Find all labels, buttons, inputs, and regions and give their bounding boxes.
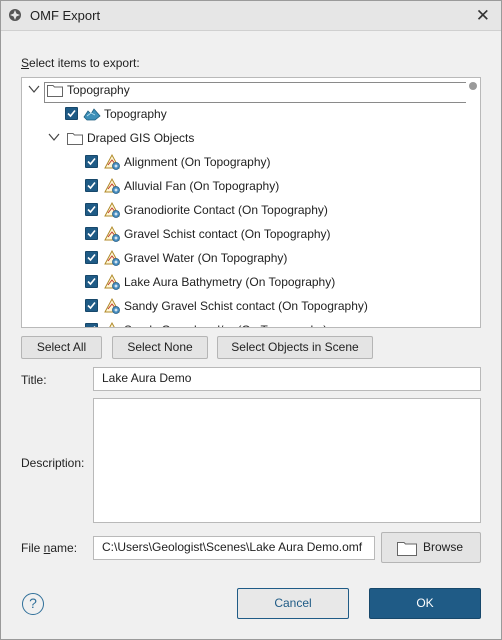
file-name-label: File name:	[21, 541, 78, 555]
checkbox-icon[interactable]	[85, 251, 98, 264]
select-items-label: Select items to export:	[21, 56, 140, 70]
gis-object-icon	[104, 177, 120, 194]
tree-item-gis-object[interactable]: Sandy Gravel Schist contact (On Topograp…	[22, 294, 467, 318]
cancel-button[interactable]: Cancel	[237, 588, 349, 619]
checkbox-icon[interactable]	[85, 179, 98, 192]
tree-item-label: Granodiorite Contact (On Topography)	[124, 203, 328, 217]
title-bar: OMF Export ✕	[0, 0, 502, 31]
tree-item-gis-object[interactable]: Alignment (On Topography)	[22, 150, 467, 174]
tree-item-gis-object[interactable]: Gravel Water (On Topography)	[22, 246, 467, 270]
title-label: Title:	[21, 373, 47, 387]
checkbox-icon[interactable]	[85, 155, 98, 168]
tree-folder-label: Draped GIS Objects	[87, 131, 195, 145]
tree-scrollbar[interactable]	[466, 78, 480, 327]
help-icon[interactable]: ?	[22, 593, 44, 615]
app-logo-icon	[9, 9, 21, 21]
tree-item-label: Sandy Gravel and/or (On Topography)	[124, 323, 327, 327]
folder-icon	[397, 542, 417, 556]
tree-item-gis-object[interactable]: Alluvial Fan (On Topography)	[22, 174, 467, 198]
title-input[interactable]: Lake Aura Demo	[93, 367, 481, 391]
gis-object-icon	[104, 153, 120, 170]
close-icon[interactable]: ✕	[476, 6, 490, 26]
export-tree[interactable]: Topography Topography Draped GIS Objects…	[21, 77, 481, 328]
tree-item-label: Alignment (On Topography)	[124, 155, 271, 169]
gis-object-icon	[104, 249, 120, 266]
browse-label: Browse	[423, 540, 464, 554]
tree-root-label: Topography	[67, 83, 130, 97]
tree-item-label: Topography	[104, 107, 167, 121]
description-textarea[interactable]	[93, 398, 481, 523]
gis-object-icon	[104, 201, 120, 218]
ok-button[interactable]: OK	[369, 588, 481, 619]
description-label: Description:	[21, 456, 85, 470]
tree-item-gis-object[interactable]: Lake Aura Bathymetry (On Topography)	[22, 270, 467, 294]
checkbox-icon[interactable]	[85, 299, 98, 312]
select-all-button[interactable]: Select All	[21, 336, 102, 359]
browse-button[interactable]: Browse	[381, 532, 481, 563]
tree-item-label: Alluvial Fan (On Topography)	[124, 179, 280, 193]
gis-object-icon	[104, 297, 120, 314]
checkbox-icon[interactable]	[85, 275, 98, 288]
window-title: OMF Export	[30, 8, 101, 23]
tree-folder-draped-gis[interactable]: Draped GIS Objects	[22, 126, 467, 150]
select-objects-in-scene-button[interactable]: Select Objects in Scene	[217, 336, 373, 359]
chevron-down-icon[interactable]	[48, 131, 60, 143]
gis-object-icon	[104, 225, 120, 242]
checkbox-icon[interactable]	[85, 203, 98, 216]
tree-item-label: Lake Aura Bathymetry (On Topography)	[124, 275, 336, 289]
folder-icon	[47, 85, 63, 97]
scrollbar-thumb[interactable]	[469, 82, 477, 90]
file-name-input[interactable]: C:\Users\Geologist\Scenes\Lake Aura Demo…	[93, 536, 375, 560]
tree-item-label: Gravel Water (On Topography)	[124, 251, 288, 265]
tree-root-row[interactable]: Topography	[22, 78, 480, 103]
gis-object-icon	[104, 273, 120, 290]
checkbox-icon[interactable]	[85, 227, 98, 240]
select-none-button[interactable]: Select None	[112, 336, 208, 359]
tree-item-gis-object[interactable]: Granodiorite Contact (On Topography)	[22, 198, 467, 222]
surface-icon	[83, 108, 101, 121]
checkbox-icon[interactable]	[65, 107, 78, 120]
tree-item-label: Gravel Schist contact (On Topography)	[124, 227, 331, 241]
tree-item-label: Sandy Gravel Schist contact (On Topograp…	[124, 299, 368, 313]
gis-object-icon	[109, 321, 115, 327]
folder-icon	[67, 133, 83, 145]
tree-item-topography[interactable]: Topography	[22, 102, 467, 126]
chevron-down-icon[interactable]	[28, 83, 40, 95]
checkbox-icon[interactable]	[85, 323, 98, 327]
tree-item-gis-object[interactable]: Sandy Gravel and/or (On Topography)	[22, 318, 467, 327]
tree-item-gis-object[interactable]: Gravel Schist contact (On Topography)	[22, 222, 467, 246]
